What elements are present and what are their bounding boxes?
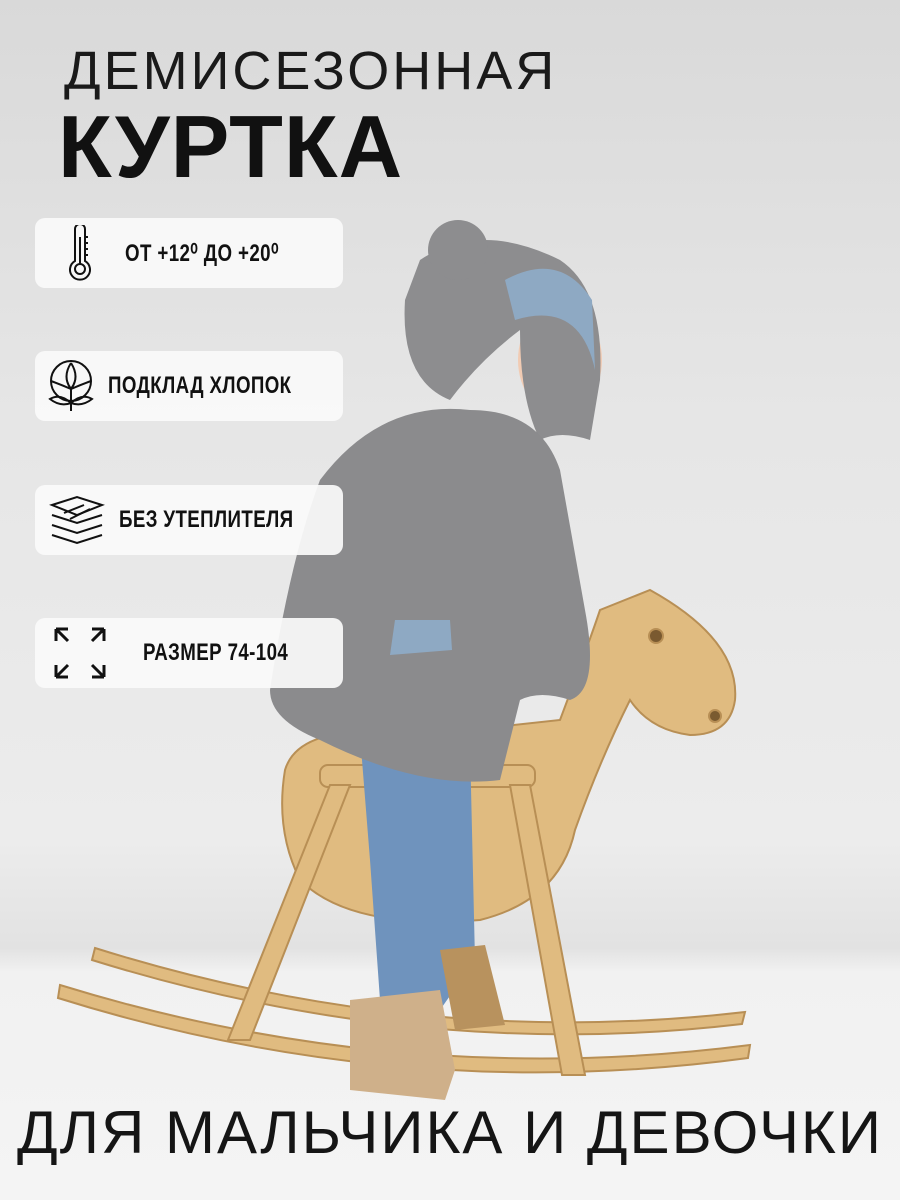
feature-temperature: ОТ +12⁰ ДО +20⁰ [35, 218, 343, 288]
title-product: КУРТКА [58, 97, 404, 196]
layers-icon [35, 493, 119, 547]
cotton-icon [35, 359, 108, 413]
feature-label: БЕЗ УТЕПЛИТЕЛЯ [119, 506, 294, 533]
expand-arrows-icon [35, 625, 125, 681]
footer-text: ДЛЯ МАЛЬЧИКА И ДЕВОЧКИ [16, 1099, 884, 1166]
feature-lining: ПОДКЛАД ХЛОПОК [35, 351, 343, 421]
feature-label: ОТ +12⁰ ДО +20⁰ [125, 239, 279, 267]
title-season: ДЕМИСЕЗОННАЯ [64, 41, 558, 101]
thermometer-icon [35, 225, 125, 281]
feature-size: РАЗМЕР 74-104 [35, 618, 343, 688]
feature-no-insulation: БЕЗ УТЕПЛИТЕЛЯ [35, 485, 343, 555]
feature-label: РАЗМЕР 74-104 [143, 639, 289, 666]
feature-label: ПОДКЛАД ХЛОПОК [107, 372, 292, 399]
